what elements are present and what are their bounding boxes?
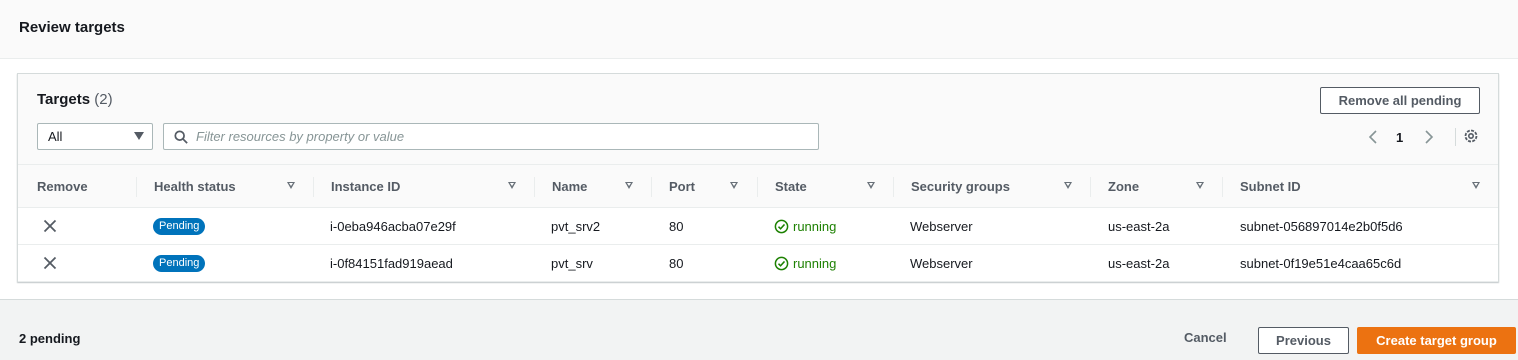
targets-panel: Targets (2) Remove all pending All 1 [17,73,1499,282]
targets-table: Remove Health status Instance ID Name Po… [18,164,1498,282]
column-header-remove: Remove [37,165,88,207]
sort-icon [1064,182,1072,189]
gear-icon[interactable] [1463,128,1479,144]
zone-cell: us-east-2a [1108,255,1170,271]
sort-icon [625,182,633,189]
state-text: running [793,218,837,234]
table-body: Pending i-0eba946acba07e29f pvt_srv2 80 … [18,208,1498,282]
column-header-label: Subnet ID [1240,178,1301,194]
table-header: Remove Health status Instance ID Name Po… [18,164,1498,208]
security-groups-cell: Webserver [910,218,973,234]
column-header-security-groups[interactable]: Security groups [911,165,1081,207]
column-separator [757,177,758,197]
pager-divider [1455,128,1456,146]
pending-count-text: 2 pending [19,331,81,346]
state-indicator: running [774,219,836,234]
review-targets-body: Targets (2) Remove all pending All 1 [0,59,1518,300]
state-cell: running [774,208,836,244]
panel-title: Targets (2) [37,91,113,108]
sort-icon [287,182,295,189]
column-separator [1090,177,1091,197]
table-row: Pending i-0eba946acba07e29f pvt_srv2 80 … [18,208,1498,245]
port-cell: 80 [669,218,684,234]
state-indicator: running [774,256,836,271]
remove-target-button[interactable] [43,245,57,281]
subnet-id-cell: subnet-056897014e2b0f5d6 [1240,218,1403,234]
health-status-cell: Pending [153,208,206,244]
column-header-label: Security groups [911,178,1010,194]
subnet-id-cell: subnet-0f19e51e4caa65c6d [1240,255,1402,271]
name-cell: pvt_srv [551,255,593,271]
section-title: Review targets [19,19,125,36]
state-cell: running [774,245,836,281]
filter-select-value: All [48,129,63,144]
previous-button[interactable]: Previous [1258,327,1349,354]
column-header-name[interactable]: Name [552,165,642,207]
caret-down-icon [134,132,144,140]
instance-id-cell: i-0eba946acba07e29f [330,218,456,234]
sort-icon [1472,182,1480,189]
close-icon [43,256,57,270]
security-groups-cell: Webserver [910,255,973,271]
filter-select[interactable]: All [37,123,153,150]
column-header-port[interactable]: Port [669,165,749,207]
search-field[interactable] [163,123,819,150]
column-header-instance-id[interactable]: Instance ID [331,165,521,207]
check-circle-icon [774,219,789,233]
column-separator [893,177,894,197]
sort-icon [867,182,875,189]
review-targets-header: Review targets [0,0,1518,59]
current-page-number[interactable]: 1 [1396,127,1403,147]
column-separator [534,177,535,197]
column-header-label: Zone [1108,178,1140,194]
chevron-right-icon [1425,130,1434,144]
sort-icon [1196,182,1204,189]
check-circle-icon [774,256,789,270]
close-icon [43,219,57,233]
chevron-left-icon [1368,130,1377,144]
cancel-button[interactable]: Cancel [1184,330,1227,345]
column-header-health-status[interactable]: Health status [154,165,304,207]
health-status-cell: Pending [153,245,206,281]
panel-title-text: Targets [37,91,91,108]
target-count: (2) [94,91,113,108]
remove-target-button[interactable] [43,208,57,244]
column-separator [313,177,314,197]
remove-all-pending-button[interactable]: Remove all pending [1320,87,1480,114]
instance-id-cell: i-0f84151fad919aead [330,255,453,271]
state-text: running [793,255,837,271]
next-page-button[interactable] [1424,127,1434,147]
name-cell: pvt_srv2 [551,218,601,234]
sort-icon [508,182,516,189]
column-separator [136,177,137,197]
status-badge: Pending [153,217,206,235]
column-header-subnet-id[interactable]: Subnet ID [1240,165,1490,207]
port-cell: 80 [669,255,684,271]
column-separator [1222,177,1223,197]
status-badge: Pending [153,254,206,272]
column-separator [651,177,652,197]
table-row: Pending i-0f84151fad919aead pvt_srv 80 r… [18,245,1498,282]
create-target-group-button[interactable]: Create target group [1357,327,1516,354]
column-header-state[interactable]: State [775,165,895,207]
zone-cell: us-east-2a [1108,218,1170,234]
column-header-label: Name [552,178,588,194]
column-header-zone[interactable]: Zone [1108,165,1218,207]
column-header-label: Health status [154,178,236,194]
search-input[interactable] [196,129,796,144]
search-icon [174,129,188,144]
column-header-label: Remove [37,178,88,194]
sort-icon [730,182,738,189]
column-header-label: State [775,178,807,194]
column-header-label: Port [669,178,695,194]
column-header-label: Instance ID [331,178,401,194]
previous-page-button[interactable] [1368,127,1378,147]
